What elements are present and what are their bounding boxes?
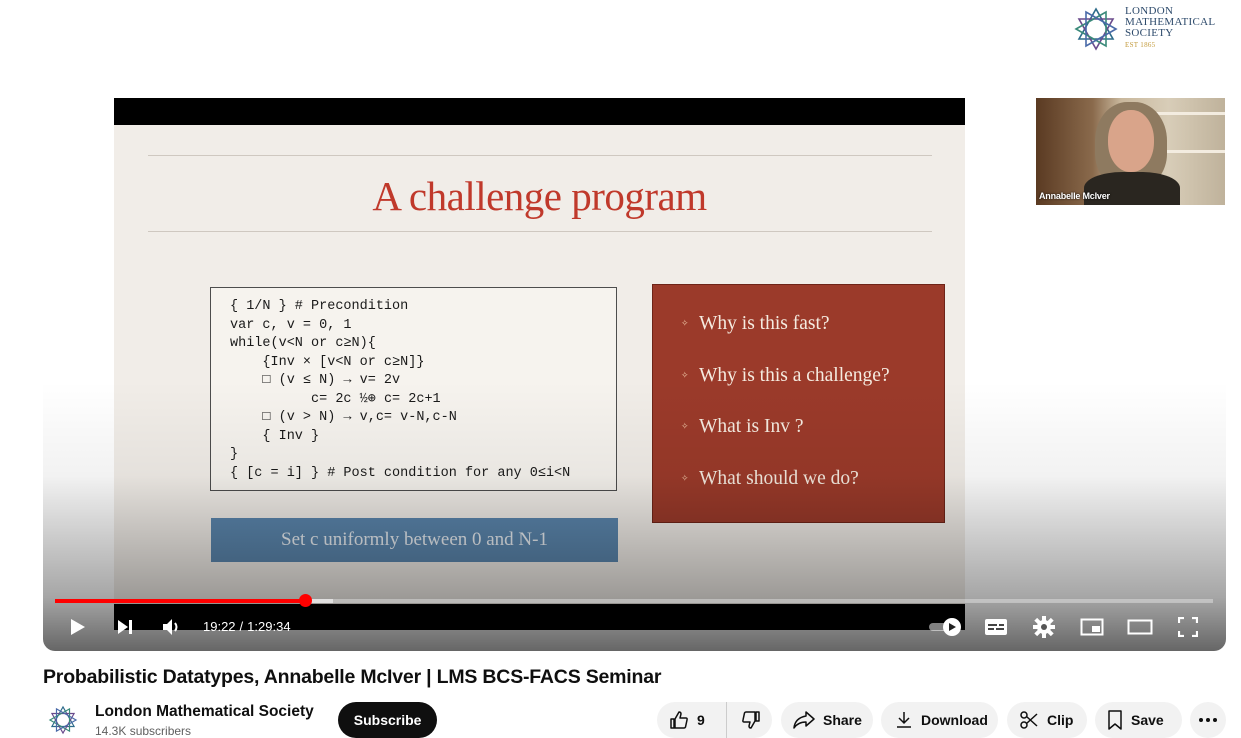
questions-box: Why is this fast? Why is this a challeng… xyxy=(652,284,945,523)
like-count: 9 xyxy=(697,712,705,728)
slide-banner: Set c uniformly between 0 and N-1 xyxy=(211,518,618,562)
share-button[interactable]: Share xyxy=(781,702,873,738)
miniplayer-button[interactable] xyxy=(1070,607,1114,647)
settings-button[interactable] xyxy=(1022,607,1066,647)
channel-watermark-icon[interactable] xyxy=(1173,552,1211,590)
time-display: 19:22 / 1:29:34 xyxy=(203,619,291,634)
next-button[interactable] xyxy=(103,607,147,647)
dislike-button[interactable] xyxy=(727,702,761,738)
volume-button[interactable] xyxy=(150,607,194,647)
thumbs-up-icon xyxy=(669,710,689,730)
video-player[interactable]: LONDON MATHEMATICAL SOCIETY EST 1865 A c… xyxy=(43,0,1226,651)
page: LONDON MATHEMATICAL SOCIETY EST 1865 A c… xyxy=(0,0,1241,738)
slide-top-bar xyxy=(114,98,965,125)
time-total: 1:29:34 xyxy=(247,619,291,634)
webcam-speaker-face xyxy=(1108,110,1154,172)
save-button[interactable]: Save xyxy=(1095,702,1182,738)
thumbs-down-icon xyxy=(741,710,761,730)
save-label: Save xyxy=(1131,712,1164,728)
fullscreen-icon xyxy=(1178,617,1198,637)
code-line: □ (v > N) → v,c= v-N,c-N xyxy=(230,410,457,425)
progress-bar[interactable] xyxy=(55,594,1213,607)
code-box: { 1/N } # Precondition var c, v = 0, 1 w… xyxy=(210,287,617,491)
autoplay-toggle[interactable] xyxy=(927,618,963,636)
speaker-name-label: Annabelle McIver xyxy=(1039,191,1110,201)
scissors-icon xyxy=(1019,710,1039,730)
more-horizontal-icon xyxy=(1199,718,1217,722)
download-button[interactable]: Download xyxy=(881,702,998,738)
more-actions-button[interactable] xyxy=(1190,702,1226,738)
share-icon xyxy=(793,711,815,729)
volume-icon xyxy=(163,619,178,635)
code-line: { Inv } xyxy=(230,428,320,444)
theater-mode-button[interactable] xyxy=(1118,607,1162,647)
code-line: {Inv × [v<N or c≥N]} xyxy=(230,354,425,370)
webcam-shelf xyxy=(1161,150,1225,153)
like-button[interactable]: 9 xyxy=(657,702,727,738)
lms-logo-line: SOCIETY xyxy=(1125,27,1174,39)
lms-logo-icon xyxy=(1074,7,1118,51)
speaker-webcam: Annabelle McIver xyxy=(1036,98,1225,205)
slide-top-rule xyxy=(148,155,932,156)
play-button[interactable] xyxy=(55,607,99,647)
clip-button[interactable]: Clip xyxy=(1007,702,1087,738)
shared-slide: A challenge program { 1/N } # Preconditi… xyxy=(114,98,965,630)
code-line: } xyxy=(230,447,239,462)
theater-icon xyxy=(1127,619,1153,635)
share-label: Share xyxy=(823,712,862,728)
progress-played xyxy=(55,599,306,603)
next-icon xyxy=(118,620,132,634)
autoplay-knob xyxy=(943,618,961,636)
subtitles-button[interactable] xyxy=(974,607,1018,647)
play-icon xyxy=(71,619,85,635)
like-dislike-group: 9 xyxy=(657,702,772,738)
player-controls: 19:22 / 1:29:34 xyxy=(43,607,1226,647)
lms-logo-est: EST 1865 xyxy=(1125,41,1156,49)
code-line: { [c = i] } # Post condition for any 0≤i… xyxy=(230,465,571,481)
clip-label: Clip xyxy=(1047,712,1074,728)
miniplayer-icon xyxy=(1080,618,1104,636)
code-line: c= 2c ½⊕ c= 2c+1 xyxy=(230,391,441,407)
slide-title-rule xyxy=(148,231,932,232)
time-separator: / xyxy=(239,619,244,634)
code-line: while(v<N or c≥N){ xyxy=(230,336,376,351)
video-title: Probabilistic Datatypes, Annabelle McIve… xyxy=(43,666,662,688)
question-item: Why is this a challenge? xyxy=(681,365,944,417)
code-line: var c, v = 0, 1 xyxy=(230,317,352,333)
question-item: What should we do? xyxy=(681,468,944,520)
question-item: What is Inv ? xyxy=(681,416,944,468)
lms-logo-text: LONDON MATHEMATICAL SOCIETY EST 1865 xyxy=(1125,6,1215,51)
download-icon xyxy=(895,711,913,729)
question-item: Why is this fast? xyxy=(681,313,944,365)
autoplay-play-icon xyxy=(949,623,956,631)
lms-logo-overlay: LONDON MATHEMATICAL SOCIETY EST 1865 xyxy=(1073,6,1223,56)
bookmark-icon xyxy=(1107,710,1123,730)
settings-icon xyxy=(1033,616,1055,638)
action-bar: 9 Share Download Clip Save xyxy=(0,702,1241,738)
code-line: □ (v ≤ N) → v= 2v xyxy=(230,373,401,388)
download-label: Download xyxy=(921,712,988,728)
subtitles-icon xyxy=(985,619,1007,635)
fullscreen-button[interactable] xyxy=(1166,607,1210,647)
code-line: { 1/N } # Precondition xyxy=(230,299,409,314)
webcam-shelf xyxy=(1156,112,1225,115)
slide-title: A challenge program xyxy=(372,173,707,219)
time-current: 19:22 xyxy=(203,619,236,634)
